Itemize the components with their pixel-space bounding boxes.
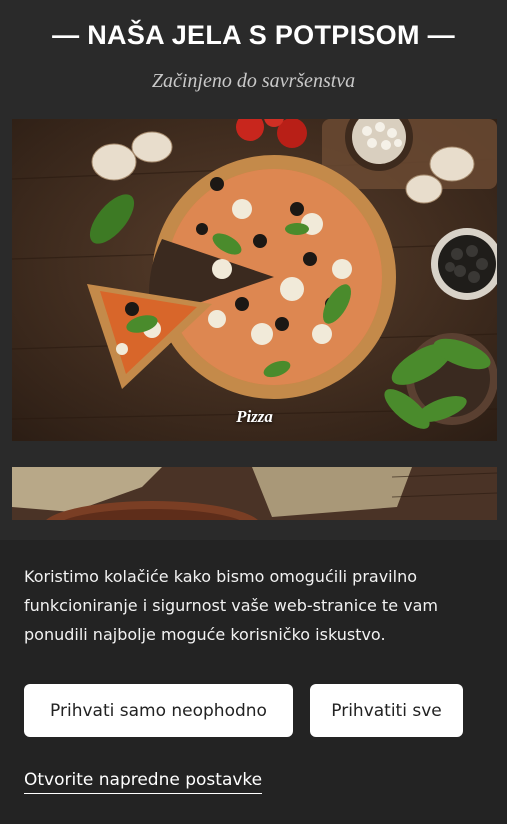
- accept-all-button[interactable]: Prihvatiti sve: [310, 684, 463, 737]
- page-subtitle: Začinjeno do savršenstva: [151, 70, 356, 92]
- cookie-message: Koristimo kolačiće kako bismo omogućili …: [24, 567, 438, 644]
- page-title: — NAŠA JELA S POTPISOM —: [52, 20, 455, 50]
- dish-image: [12, 467, 497, 520]
- pizza-image: [12, 119, 497, 441]
- advanced-settings-link[interactable]: Otvorite napredne postavke: [24, 770, 263, 794]
- dish-card-next[interactable]: [12, 467, 497, 520]
- dish-label: Pizza: [236, 407, 273, 426]
- accept-necessary-button[interactable]: Prihvati samo neophodno: [24, 684, 293, 737]
- dish-card-pizza[interactable]: Pizza: [12, 119, 497, 441]
- cookie-banner: Koristimo kolačiće kako bismo omogućili …: [0, 540, 507, 824]
